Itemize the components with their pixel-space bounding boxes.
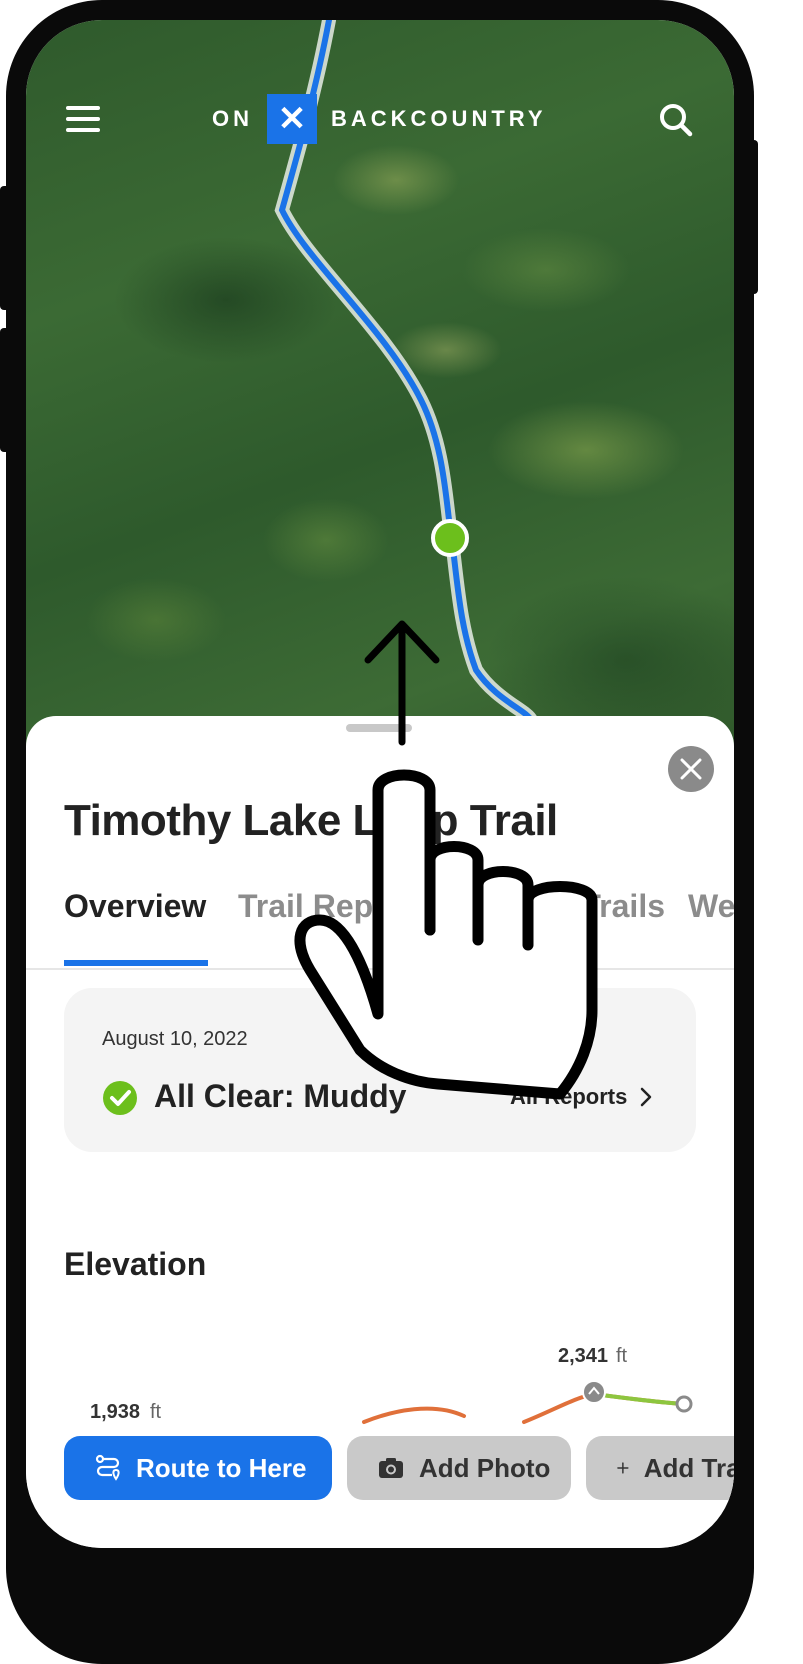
elevation-max-unit: ft (616, 1345, 628, 1367)
trail-status: All Clear: Muddy (154, 1078, 407, 1114)
add-photo-button[interactable]: Add Photo (347, 1436, 571, 1500)
add-photo-label: Add Photo (419, 1452, 551, 1483)
phone-side-button (0, 186, 10, 310)
tab-overview[interactable]: Overview (64, 888, 206, 925)
close-button[interactable] (668, 746, 714, 792)
top-bar: ON ✕ BACKCOUNTRY (26, 92, 734, 148)
app-screen: ON ✕ BACKCOUNTRY Timothy Lake Loop Trail… (26, 20, 734, 1548)
onx-backcountry-logo: ON ✕ BACKCOUNTRY (212, 94, 547, 144)
report-date: August 10, 2022 (102, 1028, 248, 1050)
elevation-end-marker (675, 1395, 693, 1413)
elevation-heading: Elevation (64, 1246, 207, 1282)
elevation-profile-line (592, 1392, 686, 1406)
all-reports-link[interactable]: All Reports (510, 1084, 653, 1110)
active-tab-indicator (64, 960, 208, 966)
logo-mark: ✕ (267, 94, 317, 144)
camera-icon (379, 1458, 403, 1478)
elevation-min-unit: ft (150, 1401, 162, 1423)
all-reports-label: All Reports (510, 1084, 628, 1109)
elevation-max-marker (582, 1380, 606, 1404)
trail-title: Timothy Lake Loop Trail (64, 796, 558, 845)
search-icon (660, 104, 693, 137)
chevron-right-icon (641, 1087, 652, 1107)
elevation-min-value: 1,938 (90, 1401, 140, 1423)
plus-icon (617, 1462, 629, 1474)
search-button[interactable] (658, 102, 694, 138)
add-trail-report-button[interactable]: Add Trail Report (586, 1436, 734, 1500)
phone-side-button (750, 140, 758, 294)
close-icon (680, 758, 702, 780)
tab-weather[interactable]: Weather (688, 888, 734, 925)
route-to-here-button[interactable]: Route to Here (64, 1436, 332, 1500)
trail-detail-sheet: Timothy Lake Loop Trail Overview Trail R… (26, 716, 734, 1548)
trail-report-card: August 10, 2022 All Clear: Muddy All Rep… (64, 988, 696, 1152)
logo-text-left: ON (212, 106, 253, 131)
tab-bar: Overview Trail Reports Nearby Trails Wea… (26, 884, 734, 970)
sheet-drag-handle[interactable] (346, 724, 412, 732)
trail-position-marker[interactable] (431, 519, 469, 557)
tab-nearby-trails[interactable]: Nearby Trails (464, 888, 665, 925)
logo-text-right: BACKCOUNTRY (331, 106, 547, 131)
route-to-here-label: Route to Here (136, 1452, 307, 1483)
phone-side-button (0, 328, 10, 452)
elevation-max-value: 2,341 (558, 1345, 608, 1367)
elevation-chart: 2,341 ft 1,938 ft (64, 1326, 734, 1426)
add-trail-report-label: Add Trail Report (643, 1452, 734, 1483)
route-icon (95, 1454, 120, 1481)
tab-trail-reports[interactable]: Trail Reports (238, 888, 434, 925)
check-circle-icon (103, 1081, 137, 1115)
action-bar: Route to Here Add Photo Add Trail Report (26, 1436, 734, 1500)
menu-button[interactable] (66, 104, 100, 134)
satellite-map[interactable]: ON ✕ BACKCOUNTRY (26, 20, 734, 780)
